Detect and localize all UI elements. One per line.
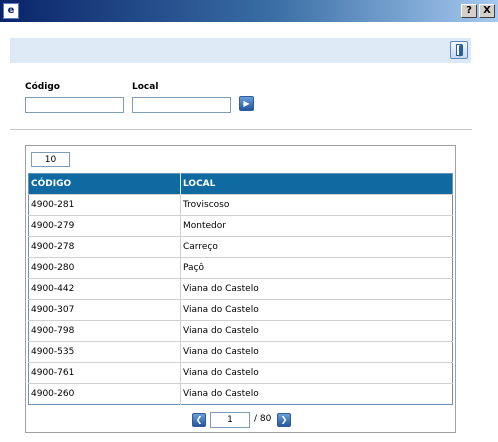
cell-codigo: 4900-279 [28,215,181,237]
page-total: / 80 [254,414,272,424]
codigo-input[interactable] [25,97,124,113]
cell-local: Montedor [180,215,453,237]
search-go-button[interactable]: ▶ [239,96,254,111]
pager: ❮ / 80 ❯ [26,412,455,429]
cell-local: Paçô [180,257,453,279]
cell-local: Viana do Castelo [180,383,453,405]
cell-codigo: 4900-281 [28,194,181,216]
cell-local: Troviscoso [180,194,453,216]
results-panel: CÓDIGO LOCAL 4900-281Troviscoso 4900-279… [25,145,456,433]
cell-codigo: 4900-280 [28,257,181,279]
table-row[interactable]: 4900-260 Viana do Castelo [28,383,453,405]
table-row[interactable]: 4900-442 Viana do Castelo [28,278,453,300]
cell-local: Viana do Castelo [180,341,453,363]
cell-codigo: 4900-761 [28,362,181,384]
table-header-row: CÓDIGO LOCAL [28,173,453,195]
table-row[interactable]: 4900-280 Paçô [28,257,453,279]
chevron-left-icon: ❮ [195,415,203,424]
table-row[interactable]: 4900-279 Montedor [28,215,453,237]
column-header-codigo[interactable]: CÓDIGO [28,173,181,195]
exit-button[interactable] [450,41,468,59]
page-size-input[interactable] [31,152,70,167]
arrow-right-icon: ▶ [243,99,250,108]
window-titlebar: e ? X [0,0,498,22]
cell-local: Viana do Castelo [180,278,453,300]
column-header-local[interactable]: LOCAL [180,173,453,195]
results-table: CÓDIGO LOCAL 4900-281 Troviscoso 4900-279… [28,173,453,405]
close-button[interactable]: X [479,4,495,18]
table-row[interactable]: 4900-761 Viana do Castelo [28,362,453,384]
next-page-button[interactable]: ❯ [277,413,291,427]
table-row[interactable]: 4900-281 Troviscoso [28,194,453,216]
cell-local: Viana do Castelo [180,299,453,321]
local-label: Local [132,82,159,92]
table-row[interactable]: 4900-798 Viana do Castelo [28,320,453,342]
previous-page-button[interactable]: ❮ [192,413,206,427]
divider [10,129,472,130]
cell-local: Viana do Castelo [180,320,453,342]
codigo-label: Código [25,82,60,92]
cell-codigo: 4900-798 [28,320,181,342]
cell-local: Carreço [180,236,453,258]
cell-local: Viana do Castelo [180,362,453,384]
table-row[interactable]: 4900-535 Viana do Castelo [28,341,453,363]
page-number-input[interactable] [210,412,250,428]
cell-codigo: 4900-307 [28,299,181,321]
cell-codigo: 4900-278 [28,236,181,258]
cell-codigo: 4900-535 [28,341,181,363]
table-row[interactable]: 4900-278 Carreço [28,236,453,258]
table-row[interactable]: 4900-307 Viana do Castelo [28,299,453,321]
cell-codigo: 4900-442 [28,278,181,300]
toolbar-strip [10,38,471,63]
app-icon: e [3,3,19,19]
local-input[interactable] [132,97,231,113]
cell-codigo: 4900-260 [28,383,181,405]
chevron-right-icon: ❯ [280,415,288,424]
help-button[interactable]: ? [461,4,477,18]
